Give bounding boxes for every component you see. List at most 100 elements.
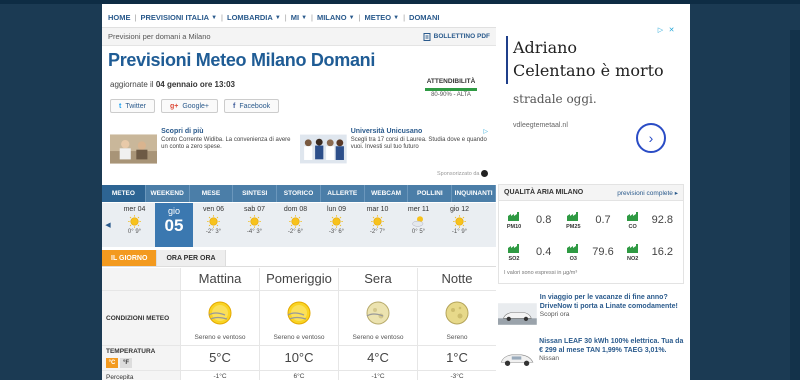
sun-icon <box>330 214 343 228</box>
breadcrumb-separator: | <box>311 13 313 22</box>
chevron-right-icon[interactable]: › <box>636 123 666 153</box>
air-label: NO2 <box>627 255 639 262</box>
close-icon[interactable]: ✕ <box>667 26 676 35</box>
factory-icon: CO <box>621 211 645 230</box>
breadcrumb-lombardia[interactable]: LOMBARDIA <box>227 13 273 22</box>
tab-weekend[interactable]: WEEKEND <box>146 185 190 202</box>
perceived-value: 6°C <box>259 371 338 380</box>
display-ad[interactable]: ▷ ✕ Adriano Celentano è morto stradale og… <box>498 16 684 174</box>
factory-glyph <box>567 243 579 253</box>
social-buttons: t Twitter g+ Google+ f Facebook <box>110 99 280 113</box>
google-plus-icon: g+ <box>169 102 179 110</box>
air-quality-footer: I valori sono espressi in µg/m³ <box>504 270 578 276</box>
day-item[interactable]: mar 10 -2° 7° <box>357 203 398 247</box>
day-item[interactable]: gio 12 -1° 9° <box>439 203 480 247</box>
taboola-icon <box>481 170 488 177</box>
day-icon-wrap <box>193 213 234 229</box>
prev-day-arrow-icon[interactable]: ◀ <box>102 203 114 247</box>
breadcrumb: HOME | PREVISIONI ITALIA ▼ | LOMBARDIA ▼ | MI ▼ | M… <box>102 8 496 28</box>
tab-inquinanti[interactable]: INQUINANTI <box>452 185 497 202</box>
day-item[interactable]: sab 07 -4° 3° <box>234 203 275 247</box>
sun-cloud-icon <box>412 215 424 227</box>
google-share-button[interactable]: g+ Google+ <box>160 99 219 113</box>
tab-il-giorno[interactable]: IL GIORNO <box>102 250 158 266</box>
air-item-pm10: PM10 0.8 <box>502 205 561 235</box>
day-item[interactable]: mer 11 0° 5° <box>398 203 439 247</box>
perceived-label: Percepita <box>102 371 180 380</box>
perceived-row: Percepita -1°C 6°C -1°C -3°C <box>102 371 496 380</box>
caret-down-icon[interactable]: ▼ <box>275 15 281 21</box>
breadcrumb-home[interactable]: HOME <box>108 13 131 22</box>
breadcrumb-milano[interactable]: MILANO <box>317 13 347 22</box>
sponsored-text: Sponsorizzato da <box>436 170 480 177</box>
bulletin-pdf-button[interactable]: BOLLETTINO PDF <box>423 32 490 41</box>
day-name: sab 07 <box>243 206 266 213</box>
tab-storico[interactable]: STORICO <box>277 185 321 202</box>
day-name: mer 04 <box>123 206 146 213</box>
twitter-share-button[interactable]: t Twitter <box>110 99 155 113</box>
day-icon-wrap <box>316 213 357 229</box>
page-container: HOME | PREVISIONI ITALIA ▼ | LOMBARDIA ▼ | MI ▼ | M… <box>102 4 690 380</box>
caret-down-icon[interactable]: ▼ <box>211 15 217 21</box>
updated-text: aggiornate il 04 gennaio ore 13:03 <box>110 80 235 89</box>
day-item[interactable]: lun 09 -3° 6° <box>316 203 357 247</box>
facebook-share-button[interactable]: f Facebook <box>224 99 280 113</box>
adchoices-icon[interactable]: ▷ <box>656 26 665 35</box>
condition-desc: Sereno <box>446 334 468 341</box>
breadcrumb-meteo[interactable]: METEO <box>364 13 391 22</box>
reliability-value: 80-90% - ALTA <box>431 92 471 98</box>
air-label: O3 <box>569 255 577 262</box>
day-item-selected[interactable]: gio 05 <box>155 203 193 247</box>
air-item-so2: SO2 0.4 <box>502 237 561 267</box>
adchoices-icon[interactable]: ▷ <box>483 128 488 135</box>
tab-mese[interactable]: MESE <box>190 185 234 202</box>
day-item[interactable]: dom 08 -2° 6° <box>275 203 316 247</box>
ad-subline: stradale oggi. <box>513 92 597 106</box>
temperature-value: 4°C <box>338 346 417 370</box>
day-item[interactable]: mer 04 0° 9° <box>114 203 155 247</box>
reliability: ATTENDIBILITÀ 80-90% - ALTA <box>416 78 486 98</box>
condition-cell: Sereno e ventoso <box>180 291 259 345</box>
perceived-value: -3°C <box>417 371 496 380</box>
day-icon-wrap <box>439 213 480 229</box>
air-quality-grid: PM10 0.8 PM25 0.7 CO 92.8 SO2 0.4 O3 79.6 NO2 16.2 <box>499 201 683 267</box>
breadcrumb-domani[interactable]: DOMANI <box>409 13 439 22</box>
ad-headline-1: Adriano <box>513 38 578 57</box>
ad-headline-2: Celentano è morto <box>513 61 664 80</box>
unit-celsius-button[interactable]: °C <box>106 358 118 368</box>
reliability-bar <box>425 88 477 91</box>
temperature-value: 10°C <box>259 346 338 370</box>
tab-pollini[interactable]: POLLINI <box>408 185 453 202</box>
promo-drivenow[interactable]: In viaggio per le vacanze di fine anno? … <box>498 294 684 334</box>
day-temps: 0° 5° <box>411 229 426 235</box>
tab-ora-per-ora[interactable]: ORA PER ORA <box>157 250 226 266</box>
air-quality-link[interactable]: previsioni complete ▸ <box>617 189 678 197</box>
tab-sintesi[interactable]: SINTESI <box>233 185 278 202</box>
day-item[interactable]: ven 06 -2° 3° <box>193 203 234 247</box>
caret-down-icon[interactable]: ▼ <box>349 15 355 21</box>
caret-down-icon[interactable]: ▼ <box>393 15 399 21</box>
factory-icon: SO2 <box>502 243 526 262</box>
conditions-row: CONDIZIONI METEO Sereno e ventoso Sereno … <box>102 291 496 346</box>
caret-down-icon[interactable]: ▼ <box>301 15 307 21</box>
tab-meteo[interactable]: METEO <box>102 185 146 202</box>
tab-allerte[interactable]: ALLERTE <box>321 185 365 202</box>
ad-widiba[interactable]: Scopri di più Conto Corrente Widiba. La c… <box>110 128 294 170</box>
ad-text: Scegli tra 17 corsi di Laurea. Studia do… <box>350 136 487 151</box>
updated-date: 04 gennaio ore 13:03 <box>155 80 235 89</box>
sponsored-ads: Scopri di più Conto Corrente Widiba. La c… <box>110 128 492 177</box>
promo-nissan[interactable]: Nissan LEAF 30 kWh 100% elettrica. Tua d… <box>498 338 684 378</box>
air-item-o3: O3 79.6 <box>561 237 620 267</box>
updated-prefix: aggiornate il <box>110 80 154 89</box>
breadcrumb-separator: | <box>221 13 223 22</box>
tab-webcam[interactable]: WEBCAM <box>365 185 409 202</box>
air-label: CO <box>628 223 637 230</box>
day-name: dom 08 <box>283 206 308 213</box>
ad-unicusano[interactable]: Università Unicusano Scegli tra 17 corsi … <box>300 128 492 170</box>
unit-fahrenheit-button[interactable]: °F <box>120 358 132 368</box>
promo-sponsor: Scopri ora <box>539 311 570 318</box>
breadcrumb-previsioni-italia[interactable]: PREVISIONI ITALIA <box>140 13 209 22</box>
ad-title: Università Unicusano <box>350 128 423 135</box>
day-temps: 0° 9° <box>127 229 142 235</box>
breadcrumb-mi[interactable]: MI <box>291 13 299 22</box>
